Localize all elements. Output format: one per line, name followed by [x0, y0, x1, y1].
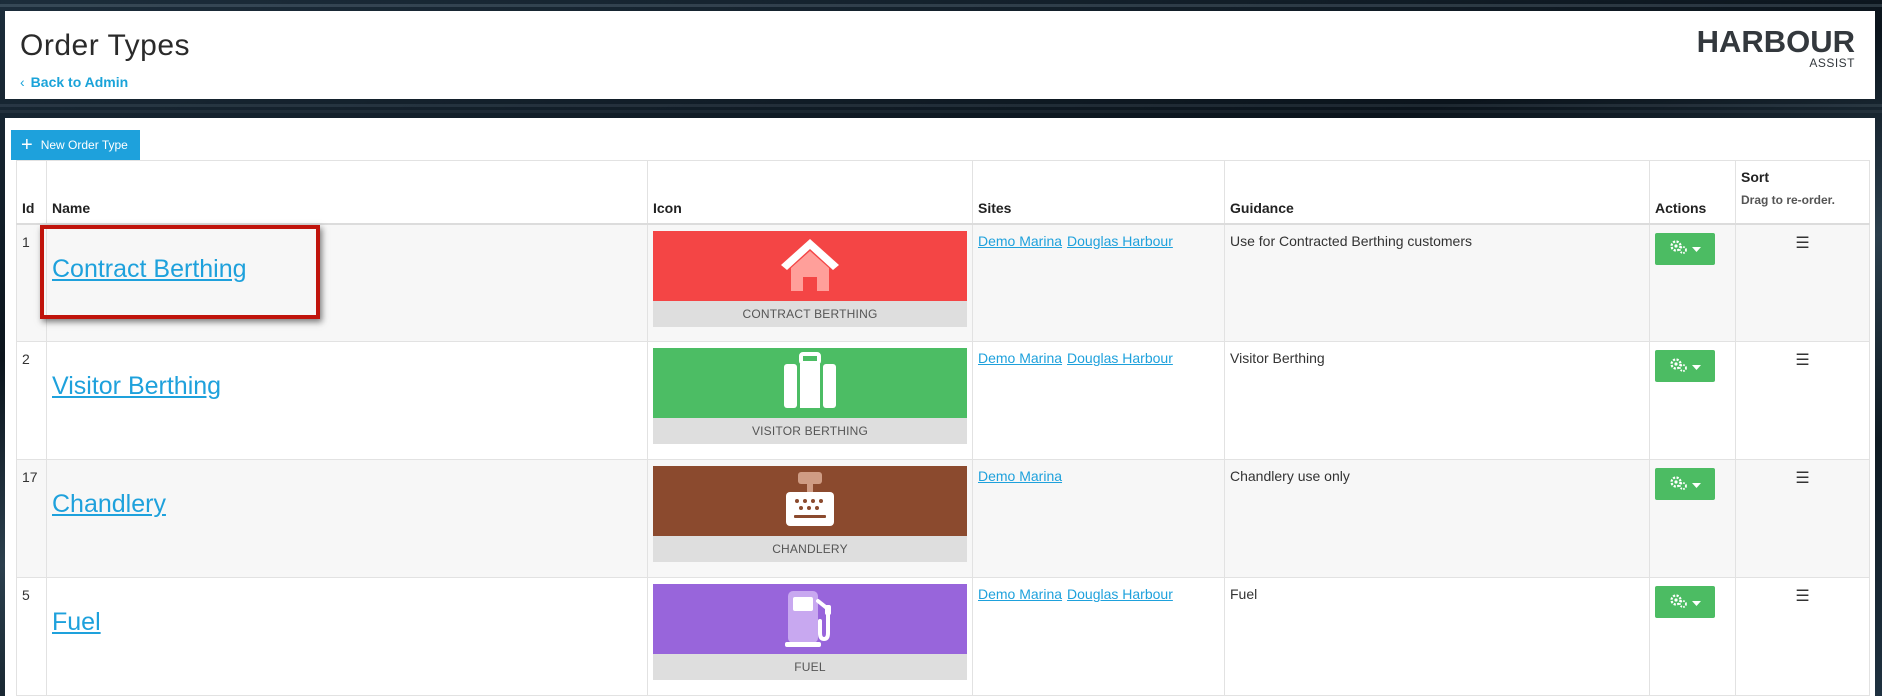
table-row: 5 Fuel FUEL Demo Marina Douglas Harbour F…: [16, 577, 1870, 696]
icon-tile: FUEL: [653, 584, 967, 680]
plus-icon: +: [21, 134, 33, 156]
icon-label: VISITOR BERTHING: [653, 418, 967, 444]
site-link[interactable]: Demo Marina: [978, 350, 1062, 366]
actions-cell: [1649, 341, 1736, 460]
icon-label: FUEL: [653, 654, 967, 680]
name-cell: Fuel: [46, 577, 648, 696]
guidance-cell: Fuel: [1224, 577, 1650, 696]
sort-header-label: Sort: [1741, 169, 1769, 185]
sort-cell: ☰: [1735, 223, 1870, 342]
name-cell: Chandlery: [46, 459, 648, 578]
table-row: 17 Chandlery CHANDLERY Demo Marina Chand…: [16, 459, 1870, 578]
back-to-admin-label: Back to Admin: [30, 74, 129, 90]
sort-cell: ☰: [1735, 577, 1870, 696]
col-header-name: Name: [46, 160, 648, 224]
drag-handle-icon[interactable]: ☰: [1795, 233, 1809, 253]
sort-cell: ☰: [1735, 341, 1870, 460]
id-cell: 17: [16, 459, 47, 578]
sites-cell: Demo Marina: [972, 459, 1225, 578]
gears-icon: [1669, 475, 1688, 493]
icon-label: CONTRACT BERTHING: [653, 300, 967, 327]
site-link[interactable]: Demo Marina: [978, 586, 1062, 602]
actions-cell: [1649, 223, 1736, 342]
site-link[interactable]: Demo Marina: [978, 233, 1062, 249]
actions-cell: [1649, 459, 1736, 578]
col-header-sites: Sites: [972, 160, 1225, 224]
caret-down-icon: [1691, 477, 1701, 492]
new-order-type-label: New Order Type: [40, 138, 128, 152]
gears-icon: [1669, 357, 1688, 375]
order-types-table: Id Name Icon Sites Guidance Actions Sort…: [16, 160, 1870, 696]
drag-handle-icon[interactable]: ☰: [1795, 586, 1809, 606]
name-cell: Contract Berthing: [46, 223, 648, 342]
icon-label: CHANDLERY: [653, 536, 967, 562]
actions-cell: [1649, 577, 1736, 696]
actions-dropdown-button[interactable]: [1655, 350, 1715, 382]
caret-down-icon: [1691, 359, 1701, 374]
table-row: 2 Visitor Berthing VISITOR BERTHING Demo…: [16, 341, 1870, 460]
icon-swatch: [653, 230, 967, 301]
site-link[interactable]: Douglas Harbour: [1067, 586, 1173, 602]
harbour-assist-logo: HARBOUR ASSIST: [1696, 24, 1855, 70]
icon-swatch: [653, 348, 967, 418]
page-header: Order Types ‹ Back to Admin HARBOUR ASSI…: [5, 11, 1875, 99]
suitcase-icon: [780, 351, 840, 415]
guidance-cell: Chandlery use only: [1224, 459, 1650, 578]
drag-handle-icon[interactable]: ☰: [1795, 468, 1809, 488]
icon-cell: VISITOR BERTHING: [647, 341, 973, 460]
gears-icon: [1669, 593, 1688, 611]
caret-down-icon: [1691, 595, 1701, 610]
table-row: 1 Contract Berthing CONTRACT BERTHING De…: [16, 223, 1870, 342]
caret-down-icon: [1691, 241, 1701, 256]
order-type-name-link[interactable]: Chandlery: [52, 490, 166, 519]
new-order-type-button[interactable]: + New Order Type: [11, 130, 140, 160]
chevron-left-icon: ‹: [20, 74, 25, 90]
col-header-actions: Actions: [1649, 160, 1736, 224]
table-header-row: Id Name Icon Sites Guidance Actions Sort…: [16, 160, 1870, 224]
id-cell: 5: [16, 577, 47, 696]
sites-cell: Demo Marina Douglas Harbour: [972, 341, 1225, 460]
logo-main-text: HARBOUR: [1696, 24, 1855, 59]
icon-swatch: [653, 466, 967, 536]
actions-dropdown-button[interactable]: [1655, 468, 1715, 500]
gears-icon: [1669, 240, 1688, 257]
site-link[interactable]: Douglas Harbour: [1067, 350, 1173, 366]
site-link[interactable]: Douglas Harbour: [1067, 233, 1173, 249]
icon-tile: VISITOR BERTHING: [653, 348, 967, 444]
back-to-admin-link[interactable]: ‹ Back to Admin: [20, 74, 128, 90]
order-type-name-link[interactable]: Visitor Berthing: [52, 372, 221, 401]
sort-cell: ☰: [1735, 459, 1870, 578]
icon-swatch: [653, 584, 967, 654]
icon-cell: CONTRACT BERTHING: [647, 223, 973, 342]
id-cell: 1: [16, 223, 47, 342]
icon-tile: CONTRACT BERTHING: [653, 230, 967, 327]
icon-cell: CHANDLERY: [647, 459, 973, 578]
cash-register-icon: [780, 470, 840, 533]
house-icon: [777, 235, 843, 296]
id-cell: 2: [16, 341, 47, 460]
name-cell: Visitor Berthing: [46, 341, 648, 460]
site-link[interactable]: Demo Marina: [978, 468, 1062, 484]
sites-cell: Demo Marina Douglas Harbour: [972, 577, 1225, 696]
drag-handle-icon[interactable]: ☰: [1795, 350, 1809, 370]
col-header-icon: Icon: [647, 160, 973, 224]
actions-dropdown-button[interactable]: [1655, 232, 1715, 265]
content-panel: + New Order Type Id Name Icon Sites Guid…: [5, 118, 1875, 696]
icon-tile: CHANDLERY: [653, 466, 967, 562]
sites-cell: Demo Marina Douglas Harbour: [972, 223, 1225, 342]
actions-dropdown-button[interactable]: [1655, 586, 1715, 618]
col-header-guidance: Guidance: [1224, 160, 1650, 224]
guidance-cell: Visitor Berthing: [1224, 341, 1650, 460]
order-type-name-link[interactable]: Contract Berthing: [52, 255, 247, 284]
icon-cell: FUEL: [647, 577, 973, 696]
col-header-id: Id: [16, 160, 47, 224]
page-title: Order Types: [20, 29, 191, 62]
gas-pump-icon: [780, 587, 840, 652]
sort-header-hint: Drag to re-order.: [1741, 193, 1836, 207]
col-header-sort: Sort Drag to re-order.: [1735, 160, 1870, 224]
order-type-name-link[interactable]: Fuel: [52, 608, 101, 637]
guidance-cell: Use for Contracted Berthing customers: [1224, 223, 1650, 342]
